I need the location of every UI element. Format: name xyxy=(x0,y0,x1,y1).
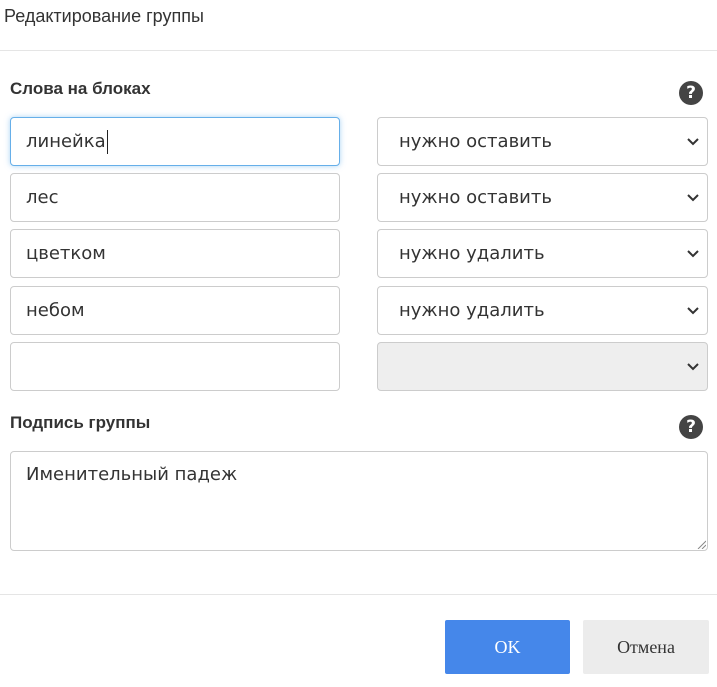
resize-handle-icon[interactable] xyxy=(696,539,706,549)
action-select-4[interactable]: нужно удалить xyxy=(377,286,708,335)
edit-group-dialog: Редактирование группы Слова на блоках ? … xyxy=(0,0,717,687)
words-help-icon[interactable]: ? xyxy=(679,81,703,105)
action-select-value: нужно оставить xyxy=(399,131,552,152)
word-input-5[interactable] xyxy=(10,342,340,391)
dialog-title: Редактирование группы xyxy=(4,6,204,26)
group-caption-textarea[interactable]: Именительный падеж xyxy=(10,451,708,551)
word-input-4[interactable] xyxy=(10,286,340,335)
cancel-button[interactable]: Отмена xyxy=(583,620,709,674)
chevron-down-icon xyxy=(687,363,699,371)
word-input-2[interactable] xyxy=(10,173,340,222)
action-select-value: нужно оставить xyxy=(399,187,552,208)
action-select-5 xyxy=(377,342,708,391)
dialog-header: Редактирование группы xyxy=(0,0,717,51)
chevron-down-icon xyxy=(687,307,699,315)
action-select-1[interactable]: нужно оставить xyxy=(377,117,708,166)
chevron-down-icon xyxy=(687,194,699,202)
word-input-1[interactable] xyxy=(10,117,340,166)
ok-button[interactable]: OK xyxy=(445,620,570,674)
action-select-2[interactable]: нужно оставить xyxy=(377,173,708,222)
chevron-down-icon xyxy=(687,250,699,258)
caption-help-icon[interactable]: ? xyxy=(679,415,703,439)
chevron-down-icon xyxy=(687,138,699,146)
caption-section-label: Подпись группы xyxy=(10,413,151,432)
words-section-label: Слова на блоках xyxy=(10,79,151,98)
word-input-3[interactable] xyxy=(10,229,340,278)
action-select-3[interactable]: нужно удалить xyxy=(377,229,708,278)
action-select-value: нужно удалить xyxy=(399,243,545,264)
action-select-value: нужно удалить xyxy=(399,300,545,321)
text-caret xyxy=(107,130,108,154)
